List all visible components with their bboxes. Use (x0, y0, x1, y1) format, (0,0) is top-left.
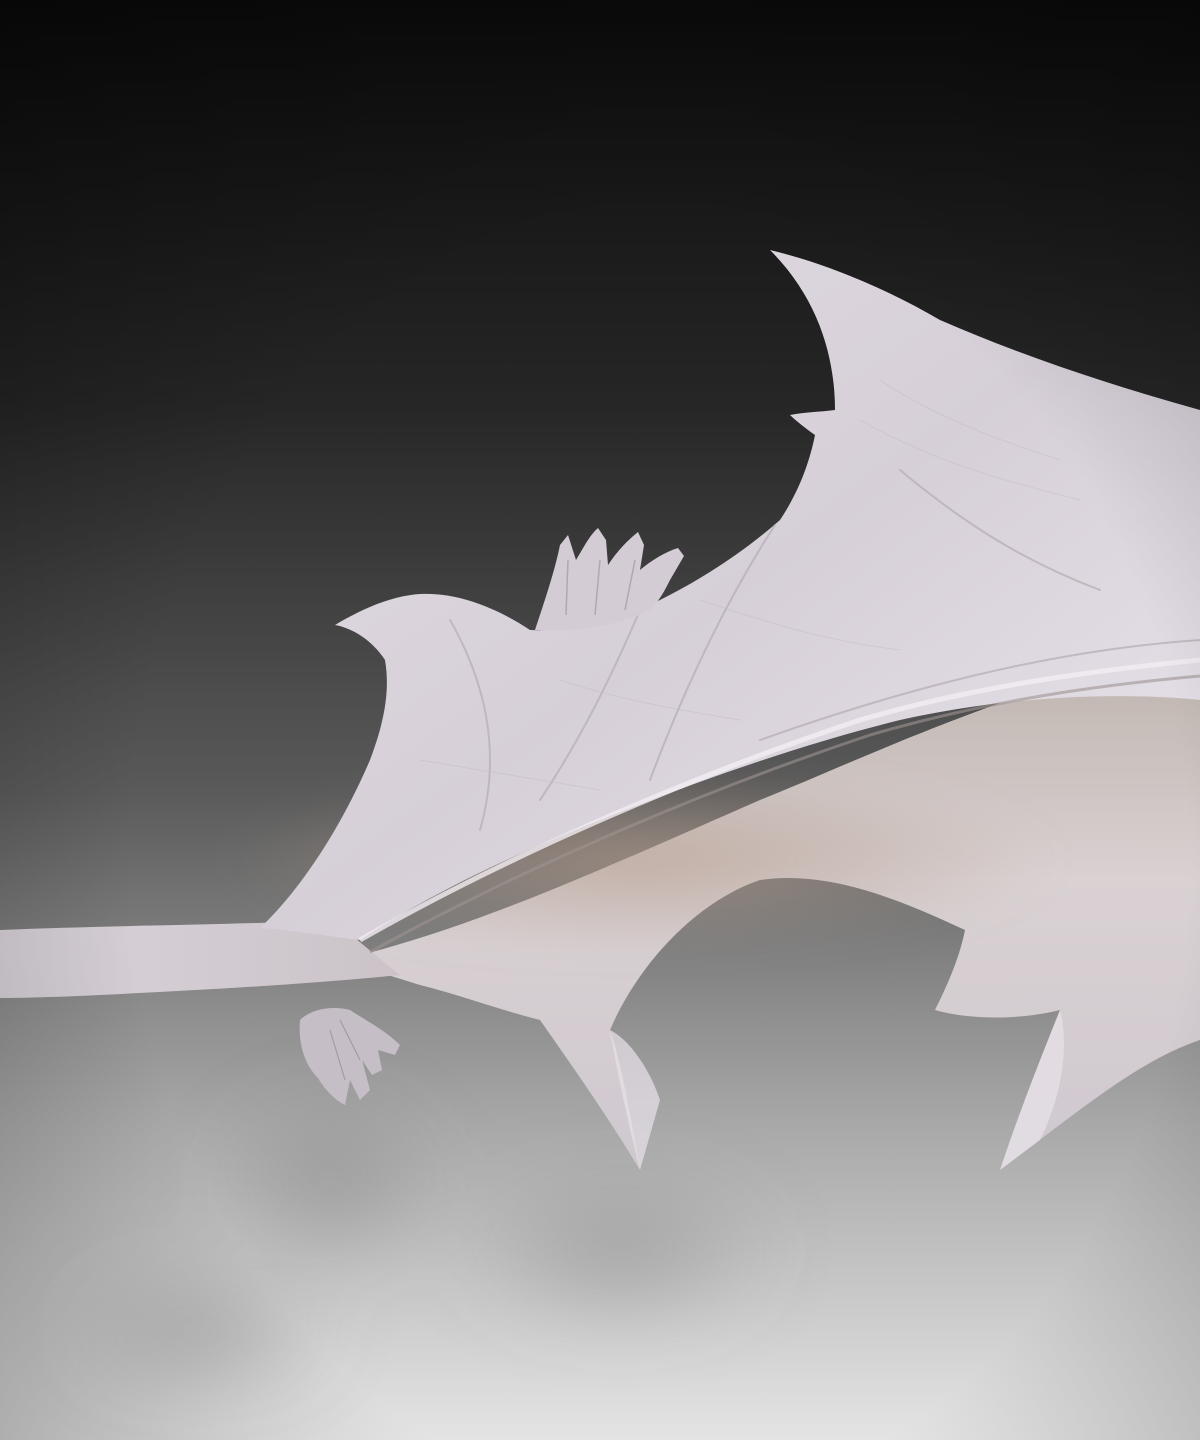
render-scene (0, 0, 1200, 1440)
vignette-overlay (0, 0, 1200, 1440)
creature-render-svg (0, 0, 1200, 1440)
